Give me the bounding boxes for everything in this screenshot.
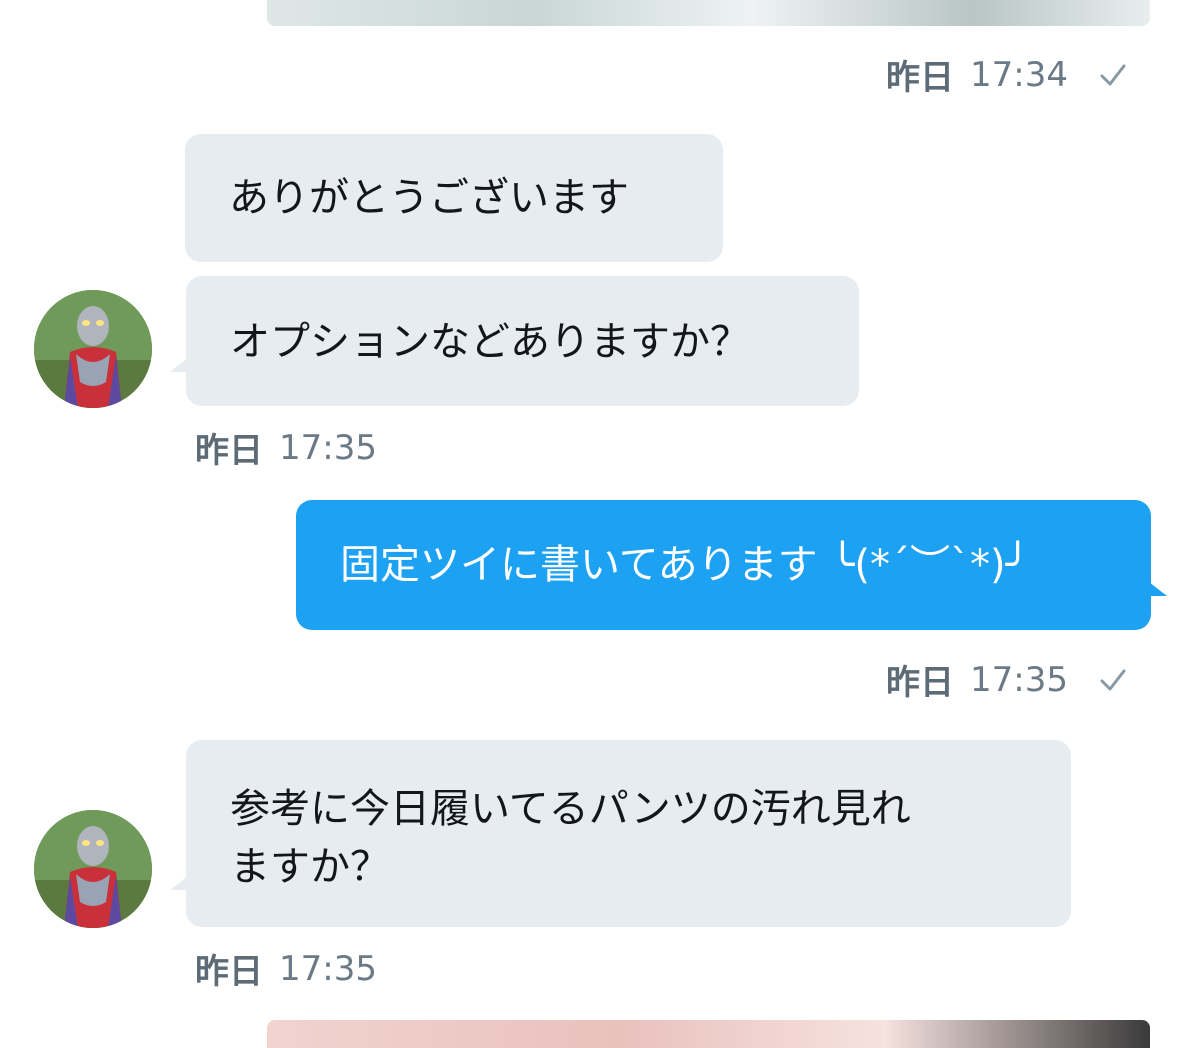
message-text: ありがとうございます [229,175,629,221]
message-bubble-incoming: ありがとうございます [185,134,723,262]
meta-day: 昨日 [886,663,954,703]
avatar[interactable] [34,290,152,408]
message-meta: 昨日 17:35 [195,944,377,993]
ultraman-avatar [34,810,152,928]
avatar[interactable] [34,810,152,928]
bubble-tail [1149,582,1167,596]
bubble-tail [170,876,188,890]
meta-time: 17:35 [970,659,1068,700]
meta-day: 昨日 [195,431,263,471]
message-text-line: 参考に今日履いてるパンツの汚れ見れ [230,786,911,832]
meta-time: 17:35 [279,427,377,468]
message-meta: 昨日 17:35 [886,655,1128,704]
message-bubble-incoming: 参考に今日履いてるパンツの汚れ見れ ますか？ [186,740,1071,927]
message-bubble-incoming: オプションなどありますか？ [186,276,859,406]
message-meta: 昨日 17:35 [195,423,377,472]
checkmark-icon [1100,64,1126,85]
message-bubble-outgoing: 固定ツイに書いてあります ╰(*´︶`*)╯ [296,500,1151,630]
message-text-line: ますか？ [230,844,390,890]
meta-time: 17:34 [970,54,1068,95]
shared-image-bottom[interactable] [267,1020,1150,1048]
message-text: オプションなどありますか？ [230,319,750,365]
bubble-tail [170,358,188,372]
checkmark-icon [1100,669,1126,690]
message-text: 固定ツイに書いてあります ╰(*´︶`*)╯ [340,542,1030,588]
message-meta: 昨日 17:34 [886,50,1128,99]
ultraman-avatar [34,290,152,408]
shared-image-top[interactable] [267,0,1150,26]
meta-day: 昨日 [195,952,263,992]
meta-time: 17:35 [279,948,377,989]
meta-day: 昨日 [886,58,954,98]
